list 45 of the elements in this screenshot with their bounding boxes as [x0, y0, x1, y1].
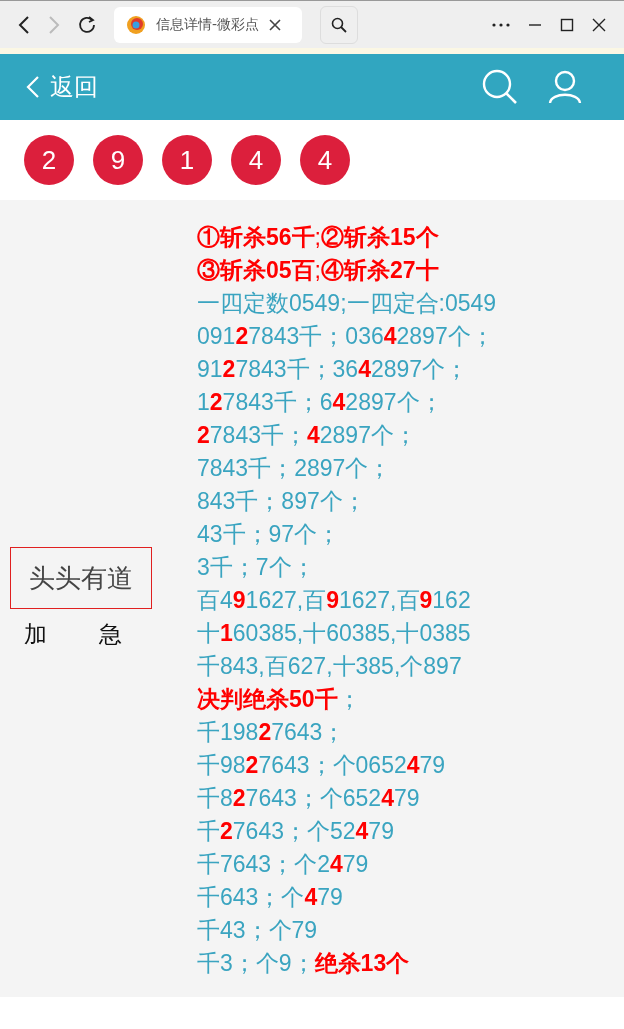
- prediction-line: 千643；个479: [197, 883, 344, 912]
- number-ball: 9: [93, 135, 143, 185]
- prediction-line: 千19827643；: [197, 718, 347, 747]
- post-title: 头头有道: [10, 547, 152, 609]
- prediction-line: 十160385,十60385,十0385: [197, 619, 472, 648]
- prediction-line: 43千；97个；: [197, 520, 342, 549]
- prediction-line: ①斩杀56千;②斩杀15个: [197, 223, 440, 252]
- number-ball: 4: [300, 135, 350, 185]
- prediction-line: 千9827643；个0652479: [197, 751, 447, 780]
- chevron-left-icon: [26, 75, 40, 99]
- refresh-icon[interactable]: [78, 15, 96, 34]
- prediction-line: ③斩杀05百;④斩杀27十: [197, 256, 440, 285]
- prediction-line: 3千；7个；: [197, 553, 316, 582]
- prediction-line: 843千；897个；: [197, 487, 367, 516]
- prediction-line: 7843千；2897个；: [197, 454, 393, 483]
- close-icon[interactable]: [269, 18, 282, 31]
- prediction-line: 9127843千；3642897个；: [197, 355, 470, 384]
- prediction-line: 千3；个9；绝杀13个: [197, 949, 411, 978]
- tab-title: 信息详情-微彩点: [156, 15, 260, 34]
- browser-tab[interactable]: 信息详情-微彩点: [114, 6, 302, 43]
- prediction-line: 09127843千；03642897个；: [197, 322, 495, 351]
- number-ball: 4: [231, 135, 281, 185]
- search-icon[interactable]: [482, 69, 518, 105]
- search-icon: [331, 16, 347, 33]
- prediction-line: 一四定数0549;一四定合:0549: [197, 289, 497, 318]
- prediction-line: 27843千；42897个；: [197, 421, 418, 450]
- search-button[interactable]: [320, 5, 358, 44]
- more-icon[interactable]: [492, 22, 510, 27]
- number-ball: 2: [24, 135, 74, 185]
- prediction-line: 百491627,百91627,百9162: [197, 586, 472, 615]
- back-icon[interactable]: [18, 15, 30, 34]
- swirl-logo-icon: [126, 14, 146, 35]
- prediction-line: 千7643；个2479: [197, 850, 370, 879]
- prediction-line: 千27643；个52479: [197, 817, 395, 846]
- number-ball: 1: [162, 135, 212, 185]
- urgent-label: 急: [99, 620, 122, 649]
- maximize-icon[interactable]: [560, 17, 574, 32]
- prediction-line: 千43；个79: [197, 916, 319, 945]
- prediction-line: 千843,百627,十385,个897: [197, 652, 463, 681]
- user-icon[interactable]: [548, 70, 582, 104]
- urgent-label: 加: [24, 620, 47, 649]
- prediction-line: 千827643；个652479: [197, 784, 421, 813]
- prediction-line: 127843千；642897个；: [197, 388, 444, 417]
- prediction-line: 决判绝杀50千；: [197, 685, 362, 714]
- close-icon[interactable]: [592, 17, 606, 32]
